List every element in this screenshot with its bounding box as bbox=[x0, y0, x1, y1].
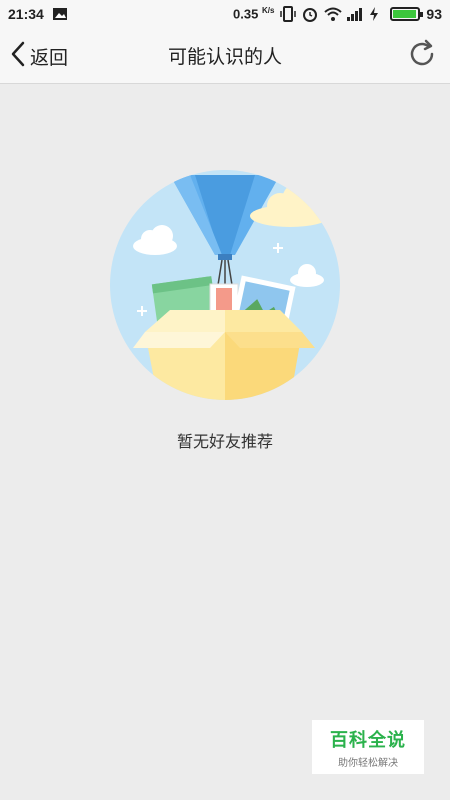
nav-bar: 返回 可能认识的人 bbox=[0, 28, 450, 84]
wifi-icon bbox=[324, 6, 343, 22]
alarm-icon bbox=[302, 6, 318, 22]
refresh-button[interactable] bbox=[404, 38, 440, 74]
battery-icon bbox=[390, 7, 424, 21]
status-time: 21:34 bbox=[8, 6, 44, 22]
watermark-title: 百科全说 bbox=[330, 729, 406, 751]
refresh-icon bbox=[406, 38, 438, 74]
charging-icon bbox=[368, 6, 384, 22]
watermark-logo: 百科全说 助你轻松解决 bbox=[312, 720, 424, 774]
battery-percent: 93 bbox=[426, 6, 442, 22]
empty-state-message: 暂无好友推荐 bbox=[176, 432, 273, 451]
signal-icon bbox=[346, 6, 363, 22]
back-label: 返回 bbox=[30, 46, 69, 69]
vibrate-icon bbox=[280, 6, 297, 22]
balloon-box-illustration bbox=[110, 170, 340, 400]
image-notification-icon bbox=[52, 6, 68, 22]
network-speed: 0.35 K/s bbox=[233, 6, 275, 22]
status-bar: 21:34 0.35 K/s 93 bbox=[0, 0, 450, 28]
watermark-subtitle: 助你轻松解决 bbox=[338, 757, 398, 769]
chevron-left-icon bbox=[10, 40, 26, 72]
back-button[interactable]: 返回 bbox=[10, 28, 68, 84]
